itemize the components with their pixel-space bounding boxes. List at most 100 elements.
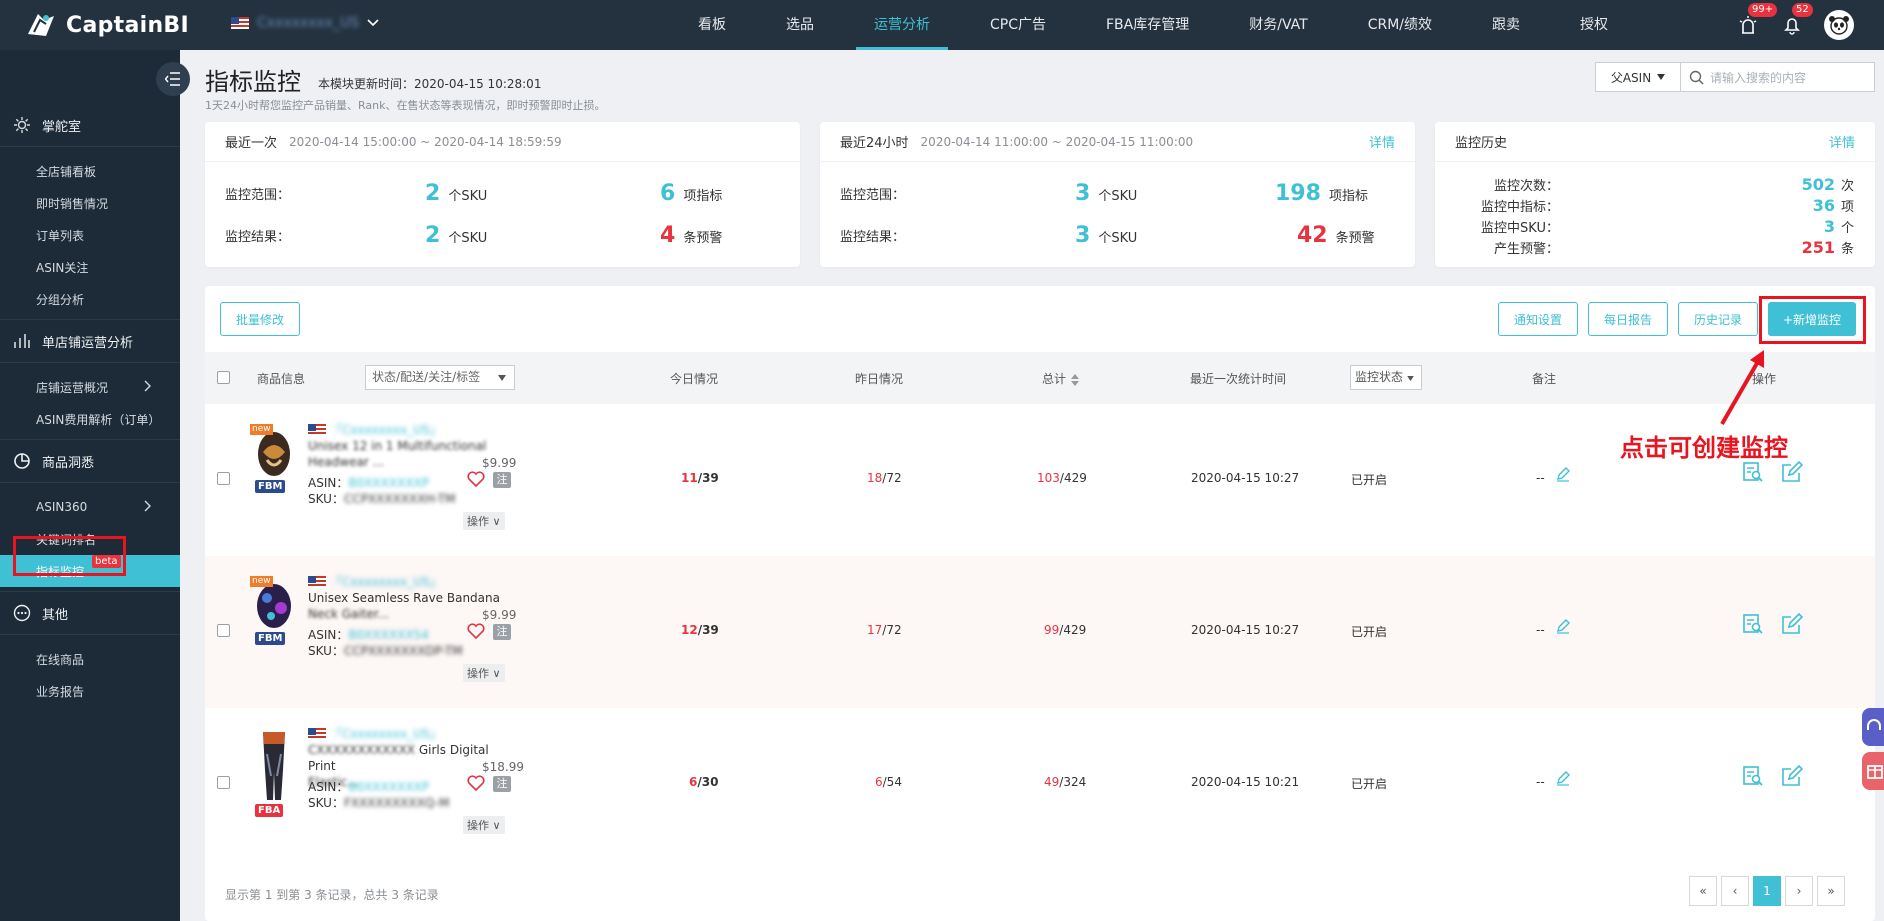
sidebar-group-cockpit[interactable]: 掌舵室	[0, 104, 180, 146]
row-operation-dropdown[interactable]: 操作 ∨	[463, 816, 505, 834]
product-filter-select[interactable]: 状态/配送/关注/标签	[365, 365, 515, 390]
alarm-icon[interactable]: 99+	[1736, 3, 1778, 37]
nav-dashboard[interactable]: 看板	[680, 0, 744, 50]
asin-link[interactable]: B0XXXXXX54	[348, 628, 428, 642]
note-tag-button[interactable]: 注	[493, 776, 511, 792]
view-detail-icon[interactable]	[1742, 461, 1764, 483]
yesterday-alert: 6	[875, 775, 883, 789]
sidebar-item-group-analysis[interactable]: 分组分析	[0, 283, 180, 315]
store-selector[interactable]: Cxxxxxxxx_US	[231, 15, 379, 31]
nav-follow-sell[interactable]: 跟卖	[1474, 0, 1538, 50]
total-count: /324	[1059, 775, 1087, 789]
edit-icon[interactable]	[1781, 461, 1803, 483]
sidebar-group-product-insight[interactable]: 商品洞悉	[0, 440, 180, 482]
sidebar-item-asin-fee[interactable]: ASIN费用解析（订单）	[0, 403, 180, 435]
select-all-checkbox[interactable]	[217, 371, 230, 384]
page-first-button[interactable]: «	[1689, 876, 1717, 906]
view-detail-icon[interactable]	[1742, 765, 1764, 787]
monitor-status-select[interactable]: 监控状态	[1350, 365, 1422, 390]
logo-text: CaptainBI	[66, 12, 189, 38]
note-tag-button[interactable]: 注	[493, 472, 511, 488]
logo[interactable]: CaptainBI	[24, 8, 189, 42]
detail-link[interactable]: 详情	[1829, 132, 1855, 151]
sidebar-item-asin-follow[interactable]: ASIN关注	[0, 251, 180, 283]
heart-icon[interactable]	[467, 471, 485, 487]
nav-finance-vat[interactable]: 财务/VAT	[1231, 0, 1325, 50]
edit-note-icon[interactable]	[1555, 466, 1571, 482]
asin-link[interactable]: B0XXXXXXXP	[348, 780, 429, 794]
result-alert-count: 42	[1297, 222, 1328, 248]
collapse-sidebar-button[interactable]	[156, 62, 190, 96]
product-title[interactable]: Unisex 12 in 1 Multifunctional	[308, 438, 518, 454]
history-unit: 个	[1841, 221, 1855, 236]
sidebar-item-order-list[interactable]: 订单列表	[0, 219, 180, 251]
card-range: 2020-04-14 11:00:00 ~ 2020-04-15 11:00:0…	[920, 134, 1194, 149]
batch-edit-button[interactable]: 批量修改	[220, 302, 300, 336]
store-link[interactable]: 「Cxxxxxxxx_US」	[330, 726, 442, 742]
nav-product-selection[interactable]: 选品	[768, 0, 832, 50]
daily-report-button[interactable]: 每日报告	[1588, 302, 1668, 336]
nav-fba-inventory[interactable]: FBA库存管理	[1088, 0, 1207, 50]
sidebar-group-label: 其他	[42, 607, 69, 623]
sidebar-item-store-overview[interactable]: 店铺运营概况	[0, 371, 180, 403]
edit-note-icon[interactable]	[1555, 770, 1571, 786]
row-checkbox[interactable]	[217, 472, 230, 485]
card-latest: 最近一次 2020-04-14 15:00:00 ~ 2020-04-14 18…	[205, 122, 800, 267]
nav-authorization[interactable]: 授权	[1562, 0, 1626, 50]
sidebar-group-label: 掌舵室	[42, 119, 82, 135]
avatar[interactable]	[1824, 10, 1854, 40]
yesterday-total: /72	[882, 623, 902, 637]
page-subtitle: 1天24小时帮您监控产品销量、Rank、在售状态等表现情况，即时预警即时止损。	[205, 99, 606, 112]
yesterday-alert: 18	[867, 471, 883, 485]
new-tag: new	[250, 424, 273, 435]
page-1-button[interactable]: 1	[1753, 876, 1781, 906]
history-records-button[interactable]: 历史记录	[1678, 302, 1758, 336]
page-last-button[interactable]: »	[1817, 876, 1845, 906]
row-operation-dropdown[interactable]: 操作 ∨	[463, 512, 505, 530]
customer-service-float[interactable]	[1862, 708, 1884, 746]
page-next-button[interactable]: ›	[1785, 876, 1813, 906]
bell-icon[interactable]: 52	[1780, 3, 1813, 37]
nav-cpc-ads[interactable]: CPC广告	[972, 0, 1064, 50]
asin-link[interactable]: B0XXXXXXXP	[348, 476, 429, 490]
note-tag-button[interactable]: 注	[493, 624, 511, 640]
sidebar-item-business-report[interactable]: 业务报告	[0, 675, 180, 707]
gift-float[interactable]	[1862, 752, 1884, 790]
edit-note-icon[interactable]	[1555, 618, 1571, 634]
headset-icon	[1867, 719, 1881, 730]
search-input[interactable]: 请输入搜索的内容	[1681, 62, 1875, 92]
sku-label: SKU：	[308, 644, 344, 658]
view-detail-icon[interactable]	[1742, 613, 1764, 635]
col-total[interactable]: 总计	[1042, 370, 1080, 387]
detail-link[interactable]: 详情	[1369, 132, 1395, 151]
nav-crm[interactable]: CRM/绩效	[1350, 0, 1450, 50]
row-checkbox[interactable]	[217, 776, 230, 789]
sidebar-group-other[interactable]: 其他	[0, 592, 180, 634]
product-title[interactable]: Unisex Seamless Rave Bandana	[308, 590, 518, 606]
sidebar-group-label: 单店铺运营分析	[42, 335, 134, 351]
product-image[interactable]	[253, 730, 295, 800]
sidebar-item-asin360[interactable]: ASIN360	[0, 491, 180, 523]
sidebar-item-realtime-sales[interactable]: 即时销售情况	[0, 187, 180, 219]
notify-settings-button[interactable]: 通知设置	[1498, 302, 1578, 336]
unit-label: 个SKU	[448, 188, 488, 204]
edit-icon[interactable]	[1781, 765, 1803, 787]
note-value: --	[1536, 623, 1545, 637]
history-label: 监控中指标：	[1480, 200, 1559, 215]
row-checkbox[interactable]	[217, 624, 230, 637]
store-link[interactable]: 「Cxxxxxxxx_US」	[330, 422, 442, 438]
row-operation-dropdown[interactable]: 操作 ∨	[463, 664, 505, 682]
search-type-select[interactable]: 父ASIN	[1595, 62, 1681, 92]
heart-icon[interactable]	[467, 623, 485, 639]
heart-icon[interactable]	[467, 775, 485, 791]
store-link[interactable]: 「Cxxxxxxxx_US」	[330, 574, 442, 590]
sidebar-item-online-products[interactable]: 在线商品	[0, 643, 180, 675]
total-cell: 49/324	[1044, 775, 1086, 789]
sidebar-item-all-store-board[interactable]: 全店铺看板	[0, 155, 180, 187]
store-name: Cxxxxxxxx_US	[257, 15, 360, 31]
page-prev-button[interactable]: ‹	[1721, 876, 1749, 906]
sidebar-group-single-store[interactable]: 单店铺运营分析	[0, 320, 180, 362]
nav-operation-analysis[interactable]: 运营分析	[856, 0, 948, 50]
product-price: $9.99	[482, 608, 517, 622]
edit-icon[interactable]	[1781, 613, 1803, 635]
